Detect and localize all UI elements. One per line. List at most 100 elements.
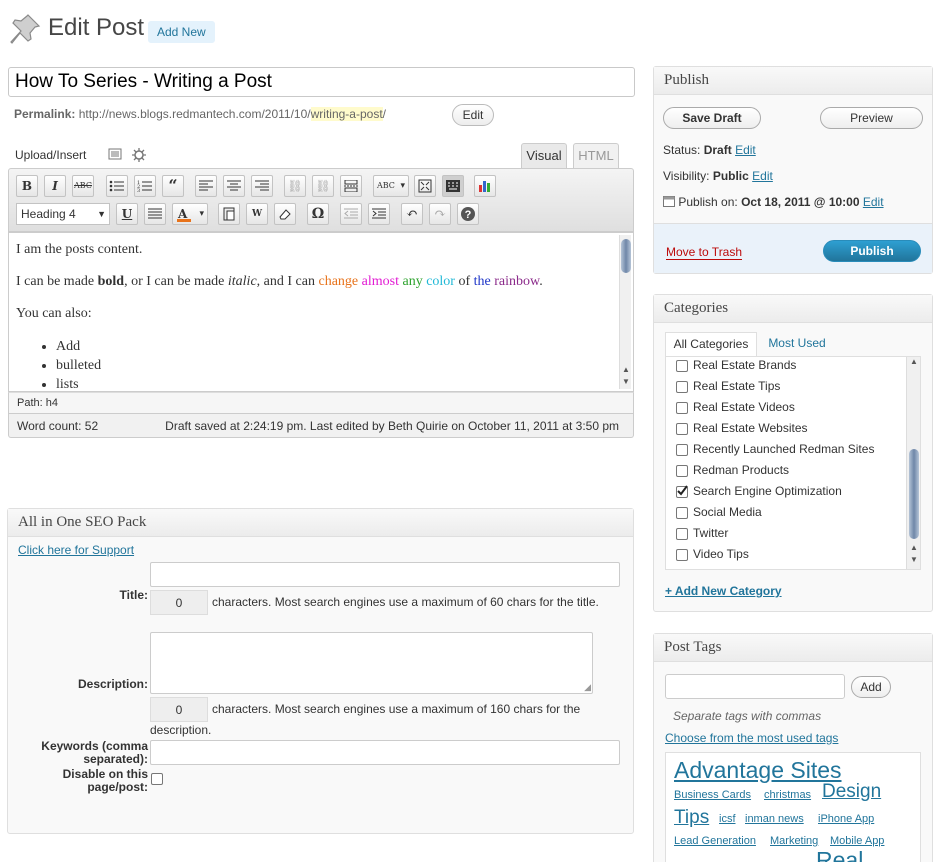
colored-word: almost <box>361 274 399 289</box>
choose-tags-link[interactable]: Choose from the most used tags <box>665 731 838 745</box>
scroll-down-icon[interactable]: ▼ <box>907 555 921 564</box>
seo-title-input[interactable] <box>150 562 620 587</box>
tab-html[interactable]: HTML <box>573 143 619 169</box>
paste-word-icon[interactable]: W <box>246 203 268 225</box>
tag-link[interactable]: Mobile App <box>830 835 884 847</box>
category-item[interactable]: Real Estate Videos <box>676 400 795 414</box>
link-icon[interactable]: ⛓ <box>284 175 306 197</box>
category-label: Search Engine Optimization <box>693 484 842 498</box>
tag-link[interactable]: inman news <box>745 813 804 825</box>
paste-text-icon[interactable] <box>218 203 240 225</box>
blockquote-icon[interactable]: “ <box>162 175 184 197</box>
scroll-up-icon[interactable]: ▲ <box>907 357 921 366</box>
unlink-icon[interactable]: ⛓ <box>312 175 334 197</box>
tag-link[interactable]: Design <box>822 781 881 803</box>
scroll-up-icon[interactable]: ▲ <box>907 543 921 552</box>
editor-content[interactable]: I am the posts content. I can be made bo… <box>8 232 634 392</box>
numbered-list-icon[interactable]: 123 <box>134 175 156 197</box>
kitchen-sink-icon[interactable] <box>442 175 464 197</box>
scroll-up-icon[interactable]: ▲ <box>620 365 632 374</box>
category-item[interactable]: Twitter <box>676 526 728 540</box>
seo-disable-checkbox[interactable] <box>151 773 163 785</box>
status-edit-link[interactable]: Edit <box>735 143 756 157</box>
tag-link[interactable]: Marketing <box>770 835 818 847</box>
category-checkbox[interactable] <box>676 527 688 540</box>
resize-handle-icon[interactable]: ◢ <box>584 682 591 693</box>
editor-scrollbar[interactable]: ▲ ▼ <box>619 235 631 389</box>
category-item[interactable]: Real Estate Websites <box>676 421 808 435</box>
indent-icon[interactable] <box>368 203 390 225</box>
support-link[interactable]: Click here for Support <box>18 543 134 557</box>
scrollbar-thumb[interactable] <box>909 449 919 539</box>
fullscreen-icon[interactable] <box>414 175 436 197</box>
category-item[interactable]: Video Tips <box>676 547 749 561</box>
more-tag-icon[interactable] <box>340 175 362 197</box>
post-title-input[interactable]: How To Series - Writing a Post <box>8 67 635 97</box>
category-item[interactable]: Recently Launched Redman Sites <box>676 442 874 456</box>
category-checkbox[interactable] <box>676 359 688 372</box>
add-new-category-link[interactable]: + Add New Category <box>665 584 782 598</box>
align-right-icon[interactable] <box>251 175 273 197</box>
add-tag-button[interactable]: Add <box>851 676 891 698</box>
tag-link[interactable]: Lead Generation <box>674 835 756 847</box>
preview-button[interactable]: Preview <box>820 107 923 129</box>
category-checkbox[interactable] <box>676 443 688 456</box>
eraser-icon[interactable] <box>274 203 296 225</box>
category-checkbox[interactable] <box>676 485 688 498</box>
bold-icon[interactable]: B <box>16 175 38 197</box>
align-center-icon[interactable] <box>223 175 245 197</box>
tag-link[interactable]: Advantage Sites <box>674 757 842 784</box>
scrollbar-thumb[interactable] <box>621 239 631 273</box>
seo-keywords-input[interactable] <box>150 740 620 765</box>
tag-link[interactable]: icsf <box>719 813 736 825</box>
outdent-icon[interactable] <box>340 203 362 225</box>
tag-input[interactable] <box>665 674 845 699</box>
tag-link[interactable]: Business Cards <box>674 789 751 801</box>
category-item[interactable]: Redman Products <box>676 463 789 477</box>
category-scrollbar[interactable]: ▲ ▲ ▼ <box>906 357 920 569</box>
category-checkbox[interactable] <box>676 422 688 435</box>
category-checkbox[interactable] <box>676 548 688 561</box>
special-char-icon[interactable]: Ω <box>307 203 329 225</box>
seo-description-input[interactable]: ◢ <box>150 632 593 694</box>
add-new-button[interactable]: Add New <box>148 21 215 43</box>
category-item[interactable]: Real Estate Tips <box>676 379 780 393</box>
tab-most-used[interactable]: Most Used <box>762 332 832 357</box>
save-draft-button[interactable]: Save Draft <box>663 107 761 129</box>
underline-icon[interactable]: U <box>116 203 138 225</box>
category-item[interactable]: Search Engine Optimization <box>676 484 842 498</box>
category-checkbox[interactable] <box>676 401 688 414</box>
undo-icon[interactable]: ↶ <box>401 203 423 225</box>
scroll-down-icon[interactable]: ▼ <box>620 377 632 386</box>
visibility-edit-link[interactable]: Edit <box>752 169 773 183</box>
category-checkbox[interactable] <box>676 506 688 519</box>
category-checkbox[interactable] <box>676 464 688 477</box>
tag-link[interactable]: christmas <box>764 789 811 801</box>
permalink-slug[interactable]: writing-a-post <box>310 107 383 121</box>
text-color-icon[interactable]: A ▾ <box>172 203 208 225</box>
tag-link[interactable]: Tips <box>674 807 709 829</box>
tag-link[interactable]: iPhone App <box>818 813 874 825</box>
strikethrough-icon[interactable]: ABC <box>72 175 94 197</box>
category-checkbox[interactable] <box>676 380 688 393</box>
help-icon[interactable]: ? <box>457 203 479 225</box>
publish-button[interactable]: Publish <box>823 240 921 262</box>
bullet-list-icon[interactable] <box>106 175 128 197</box>
align-left-icon[interactable] <box>195 175 217 197</box>
category-item[interactable]: Social Media <box>676 505 762 519</box>
chart-icon[interactable] <box>474 175 496 197</box>
add-media-icon[interactable] <box>108 148 122 160</box>
redo-icon[interactable]: ↷ <box>429 203 451 225</box>
add-gear-icon[interactable] <box>132 148 146 162</box>
category-item[interactable]: Real Estate Brands <box>676 358 796 372</box>
publish-on-edit-link[interactable]: Edit <box>863 195 884 209</box>
tag-link[interactable]: Real <box>816 847 863 862</box>
tab-all-categories[interactable]: All Categories <box>665 332 757 357</box>
justify-icon[interactable] <box>144 203 166 225</box>
format-select[interactable]: Heading 4 ▼ <box>16 203 110 225</box>
spellcheck-icon[interactable]: ABC ▾ <box>373 175 409 197</box>
tab-visual[interactable]: Visual <box>521 143 567 169</box>
italic-icon[interactable]: I <box>44 175 66 197</box>
move-to-trash-link[interactable]: Move to Trash <box>666 245 743 260</box>
permalink-edit-button[interactable]: Edit <box>452 104 494 126</box>
